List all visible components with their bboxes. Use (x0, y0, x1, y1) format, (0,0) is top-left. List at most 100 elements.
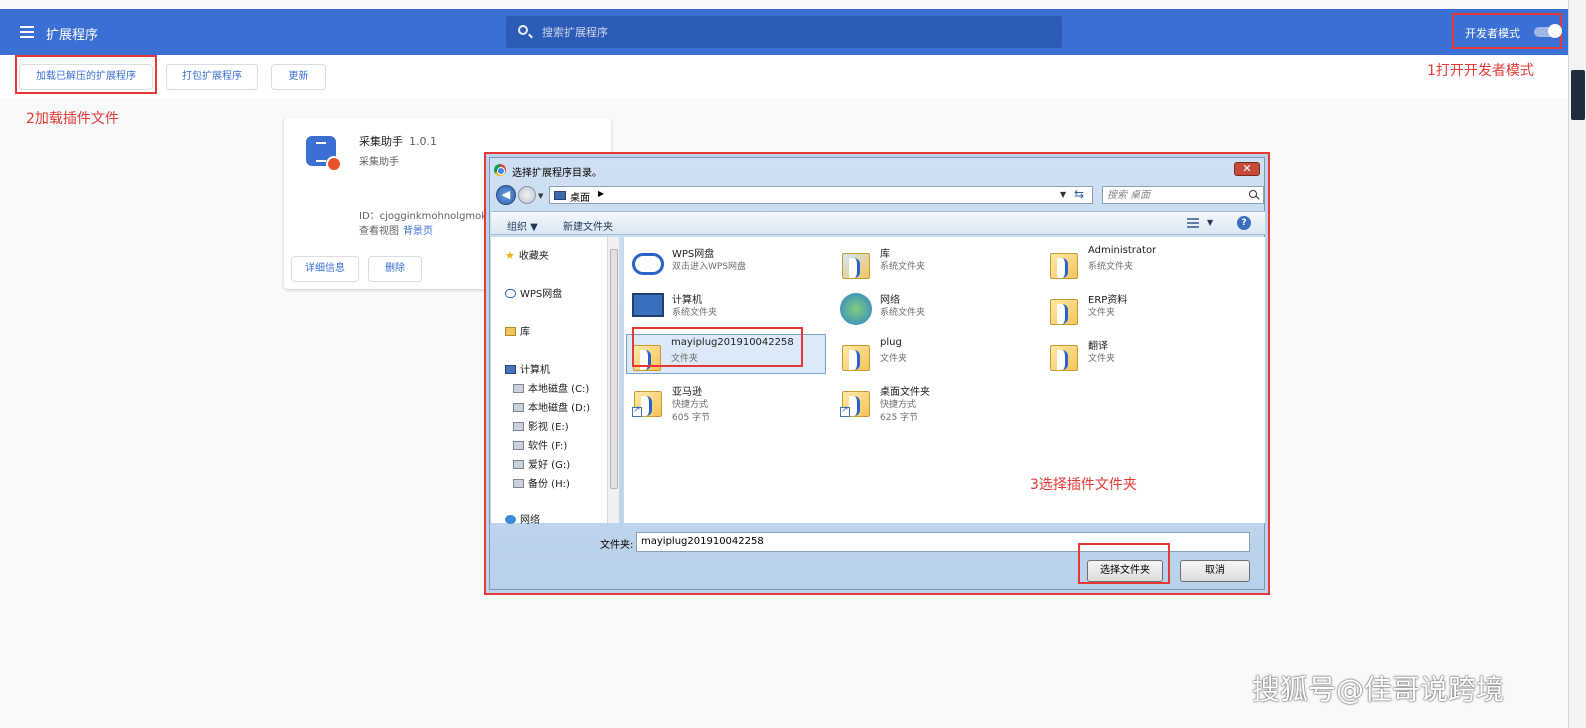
extensions-page: 扩展程序 开发者模式 加载已解压的扩展程序 打包扩展程序 更新 1打开开发者模式… (0, 0, 1586, 728)
details-button[interactable]: 详细信息 (291, 256, 359, 282)
new-folder-button[interactable]: 新建文件夹 (563, 218, 613, 233)
nav-drive-e[interactable]: 影视 (E:) (513, 418, 569, 433)
drive-icon (513, 422, 524, 431)
refresh-icon[interactable]: ⇆ (1074, 187, 1084, 201)
update-button[interactable]: 更新 (271, 64, 326, 90)
dialog-frame: 选择扩展程序目录。 ✕ ◀ ▼ 桌面 ▶ ▼ ⇆ 组织 ▼ 新建文件夹 ▼ (489, 157, 1265, 590)
desktop-icon (554, 191, 566, 200)
view-options-icon[interactable] (1187, 218, 1199, 228)
network-icon (505, 515, 516, 524)
computer-icon (632, 293, 664, 317)
drive-icon (513, 441, 524, 450)
view-dropdown-icon[interactable]: ▼ (1207, 218, 1213, 227)
forward-arrow-icon[interactable] (518, 186, 536, 204)
load-unpacked-highlight (15, 55, 157, 94)
remove-button[interactable]: 删除 (368, 256, 422, 282)
list-item[interactable]: plug 文件夹 (836, 335, 1036, 375)
window-edge (1568, 0, 1586, 728)
extension-description: 采集助手 (359, 157, 399, 168)
annotation-step2: 2加载插件文件 (26, 111, 119, 127)
developer-toolbar: 加载已解压的扩展程序 打包扩展程序 更新 (0, 55, 1568, 99)
command-bar: 组织 ▼ 新建文件夹 ▼ ? (491, 211, 1265, 235)
list-item[interactable]: 亚马逊 快捷方式 605 字节 (628, 381, 828, 423)
list-item[interactable]: 网络 系统文件夹 (836, 289, 1036, 329)
folder-icon (1048, 293, 1080, 325)
cancel-button[interactable]: 取消 (1180, 560, 1250, 582)
library-icon (505, 327, 516, 336)
history-dropdown-icon[interactable]: ▼ (538, 192, 543, 200)
list-item[interactable]: 库 系统文件夹 (836, 243, 1036, 283)
shortcut-folder-icon (840, 385, 872, 417)
developer-mode-toggle[interactable] (1534, 24, 1562, 38)
folder-icon (840, 339, 872, 371)
extension-views: 查看视图 背景页 (359, 226, 433, 237)
list-item[interactable]: 翻译 文件夹 (1044, 335, 1244, 375)
nav-drive-h[interactable]: 备份 (H:) (513, 475, 570, 490)
search-icon (518, 25, 528, 35)
annotation-step3: 3选择插件文件夹 (1030, 477, 1137, 493)
computer-icon (505, 365, 516, 374)
network-icon (840, 293, 872, 325)
nav-drive-g[interactable]: 爱好 (G:) (513, 456, 570, 471)
folder-picker-dialog: 选择扩展程序目录。 ✕ ◀ ▼ 桌面 ▶ ▼ ⇆ 组织 ▼ 新建文件夹 ▼ (484, 152, 1270, 595)
address-bar[interactable]: 桌面 ▶ ▼ ⇆ (549, 186, 1093, 204)
nav-drive-d[interactable]: 本地磁盘 (D:) (513, 399, 590, 414)
dialog-search-input[interactable] (1107, 188, 1237, 202)
nav-computer[interactable]: 计算机 (505, 361, 550, 376)
nav-library[interactable]: 库 (505, 323, 530, 338)
search-icon[interactable] (1249, 190, 1257, 198)
nav-scrollbar-thumb[interactable] (610, 249, 618, 489)
dialog-title: 选择扩展程序目录。 (512, 168, 602, 179)
extension-version: 1.0.1 (409, 135, 437, 148)
page-title: 扩展程序 (46, 28, 99, 43)
selected-folder-highlight (632, 327, 803, 367)
back-arrow-icon[interactable]: ◀ (496, 185, 516, 205)
extension-name: 采集助手 1.0.1 (359, 135, 437, 148)
drive-icon (513, 479, 524, 488)
extension-id: ID：cjogginkmohnolgmoke (359, 211, 493, 222)
organize-menu[interactable]: 组织 ▼ (507, 218, 538, 233)
nav-scrollbar[interactable] (607, 237, 619, 523)
nav-drive-c[interactable]: 本地磁盘 (C:) (513, 380, 589, 395)
watermark: 搜狐号@佳哥说跨境 (1252, 673, 1505, 706)
drive-icon (513, 403, 524, 412)
nav-network[interactable]: 网络 (505, 511, 540, 526)
nav-drive-f[interactable]: 软件 (F:) (513, 437, 567, 452)
select-button-highlight (1078, 543, 1170, 584)
shortcut-folder-icon (632, 385, 664, 417)
cloud-icon (505, 289, 516, 298)
drive-icon (513, 384, 524, 393)
background-page-link[interactable]: 背景页 (403, 226, 433, 237)
list-item[interactable]: WPS网盘 双击进入WPS网盘 (628, 243, 828, 283)
dialog-search[interactable] (1102, 186, 1264, 204)
folder-icon (1048, 339, 1080, 371)
list-item[interactable]: 计算机 系统文件夹 (628, 289, 828, 329)
list-item[interactable]: 桌面文件夹 快捷方式 625 字节 (836, 381, 1036, 423)
folder-label: 文件夹: (600, 540, 634, 551)
list-item[interactable]: Administrator 系统文件夹 (1044, 243, 1244, 283)
search-bar[interactable] (506, 16, 1062, 48)
file-list: WPS网盘 双击进入WPS网盘 库 系统文件夹 Administrator 系统… (623, 237, 1265, 523)
cloud-icon (632, 253, 664, 275)
list-item[interactable]: ERP资料 文件夹 (1044, 289, 1244, 329)
hamburger-menu-icon[interactable] (20, 26, 34, 38)
library-icon (840, 247, 872, 279)
address-dropdown-icon[interactable]: ▼ (1060, 190, 1066, 199)
address-path[interactable]: 桌面 (570, 189, 590, 204)
drive-icon (513, 460, 524, 469)
navigation-pane: ★ 收藏夹 WPS网盘 库 计算机 本地磁盘 (C:) 本地磁盘 (D:) 影视 … (491, 237, 619, 526)
star-icon: ★ (505, 249, 515, 262)
search-input[interactable] (542, 22, 1042, 42)
pack-extension-button[interactable]: 打包扩展程序 (166, 64, 258, 90)
developer-mode-control[interactable]: 开发者模式 (1452, 13, 1562, 49)
chrome-icon (494, 164, 506, 176)
path-chevron-icon[interactable]: ▶ (598, 189, 604, 198)
user-folder-icon (1048, 247, 1080, 279)
nav-wps[interactable]: WPS网盘 (505, 285, 562, 300)
nav-favorites[interactable]: ★ 收藏夹 (505, 247, 549, 262)
developer-mode-label: 开发者模式 (1465, 27, 1520, 40)
help-icon[interactable]: ? (1237, 216, 1251, 230)
close-icon[interactable]: ✕ (1234, 162, 1260, 176)
top-bar: 扩展程序 开发者模式 (0, 9, 1568, 55)
record-badge-icon (326, 156, 342, 172)
